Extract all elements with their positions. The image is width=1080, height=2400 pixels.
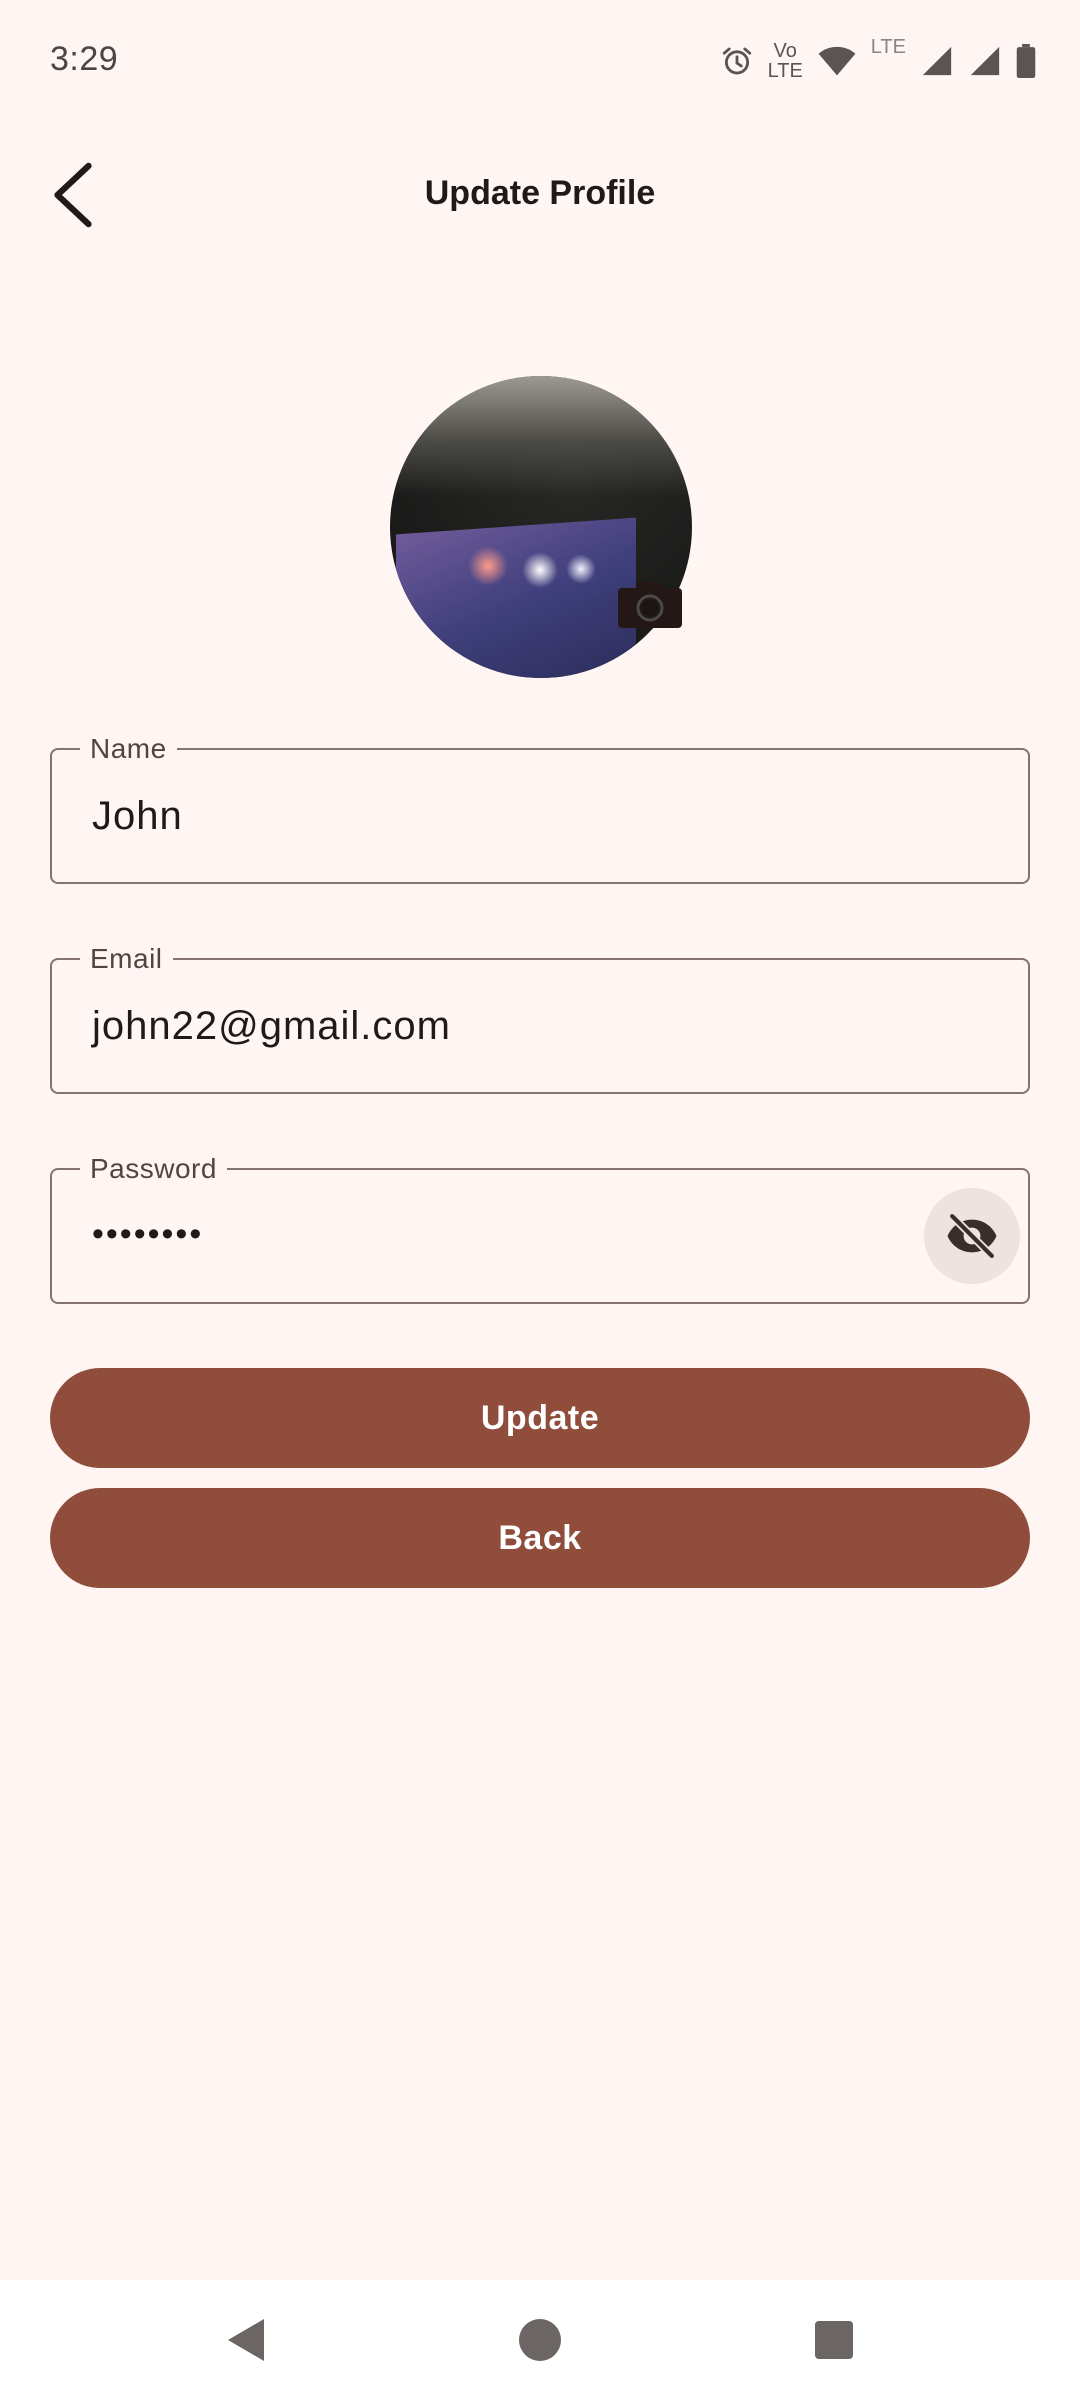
name-input[interactable]: John	[92, 792, 183, 840]
volte-top-text: Vo	[773, 40, 797, 62]
nav-recents-icon[interactable]	[774, 2280, 894, 2400]
name-field[interactable]: Name John	[50, 734, 1030, 884]
name-label: Name	[80, 734, 177, 764]
status-time: 3:29	[50, 40, 119, 78]
nav-back-icon[interactable]	[186, 2280, 306, 2400]
password-input[interactable]: ••••••••	[92, 1210, 203, 1258]
back-button[interactable]: Back	[50, 1488, 1030, 1588]
page-title: Update Profile	[424, 174, 656, 212]
password-field[interactable]: Password ••••••••	[50, 1154, 1030, 1304]
app-bar: Update Profile	[0, 128, 1080, 264]
volte-bottom-text: LTE	[767, 60, 803, 82]
signal-icon	[920, 44, 954, 78]
battery-icon	[1016, 44, 1036, 78]
signal-icon	[968, 44, 1002, 78]
status-bar: 3:29 Vo LTE LTE	[0, 0, 1080, 128]
system-nav-bar	[0, 2280, 1080, 2400]
email-field[interactable]: Email john22@gmail.com	[50, 944, 1030, 1094]
email-input[interactable]: john22@gmail.com	[92, 1002, 451, 1050]
avatar-photo	[390, 376, 692, 678]
profile-avatar[interactable]	[390, 376, 692, 678]
status-icons: Vo LTE LTE	[720, 36, 1036, 82]
nav-home-icon[interactable]	[480, 2280, 600, 2400]
visibility-off-icon[interactable]	[924, 1188, 1020, 1284]
volte-icon: Vo LTE	[768, 41, 803, 81]
camera-icon[interactable]	[618, 582, 682, 628]
password-label: Password	[80, 1154, 227, 1184]
email-label: Email	[80, 944, 173, 974]
network-label: LTE	[870, 36, 906, 58]
update-button[interactable]: Update	[50, 1368, 1030, 1468]
alarm-icon	[720, 44, 754, 78]
wifi-icon	[817, 45, 857, 77]
